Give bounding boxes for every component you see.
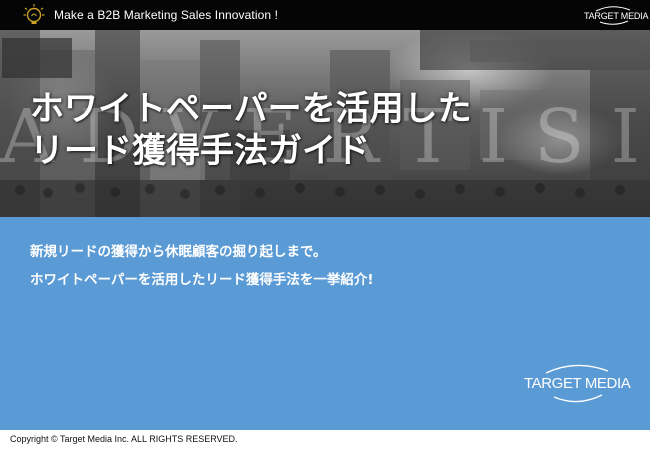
hero-banner: ADVERTISING ホワイトペーパーを活用した リード獲得手法ガイド — [0, 30, 650, 217]
page-title: ホワイトペーパーを活用した リード獲得手法ガイド — [30, 88, 472, 172]
description-panel: 新規リードの獲得から休眠顧客の掘り起しまで。 ホワイトペーパーを活用したリード獲… — [0, 217, 650, 430]
page-title-line-1: ホワイトペーパーを活用した — [30, 89, 472, 129]
lead-text: 新規リードの獲得から休眠顧客の掘り起しまで。 ホワイトペーパーを活用したリード獲… — [30, 238, 374, 294]
page-title-line-2: リード獲得手法ガイド — [30, 131, 370, 171]
panel-brand-name: TARGET MEDIA — [524, 375, 631, 392]
header-brand-name: TARGET MEDIA — [584, 11, 649, 21]
lightbulb-icon — [23, 4, 45, 24]
footer: Copyright © Target Media Inc. ALL RIGHTS… — [0, 430, 650, 450]
top-bar: Make a B2B Marketing Sales Innovation ! … — [0, 0, 650, 30]
panel-brand-logo: TARGET MEDIA — [524, 363, 631, 403]
copyright-text: Copyright © Target Media Inc. ALL RIGHTS… — [10, 434, 238, 444]
header-brand-logo[interactable]: TARGET MEDIA — [584, 5, 649, 25]
lead-line-1: 新規リードの獲得から休眠顧客の掘り起しまで。 — [30, 244, 327, 260]
cover-page: Make a B2B Marketing Sales Innovation ! … — [0, 0, 650, 450]
header-tagline: Make a B2B Marketing Sales Innovation ! — [54, 8, 279, 22]
lead-line-2: ホワイトペーパーを活用したリード獲得手法を一挙紹介! — [30, 272, 374, 288]
